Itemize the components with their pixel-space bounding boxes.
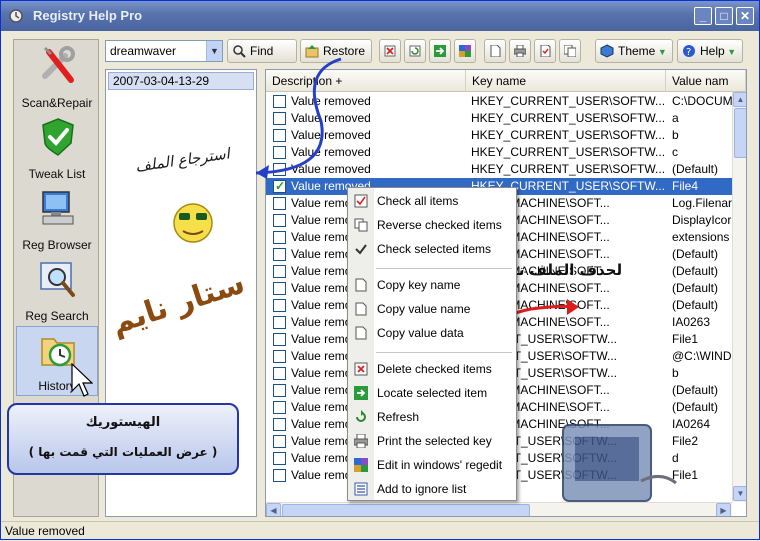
menu-item-label: Copy key name bbox=[377, 278, 461, 292]
menu-item-label: Refresh bbox=[377, 410, 420, 424]
menu-item[interactable]: Copy key name bbox=[348, 274, 516, 296]
regedit-icon bbox=[354, 458, 368, 472]
locate-icon bbox=[354, 386, 368, 400]
copy-icon bbox=[355, 326, 367, 340]
menu-separator bbox=[376, 268, 512, 269]
menu-item-label: Edit in windows' regedit bbox=[377, 458, 503, 472]
menu-item[interactable]: Check selected items bbox=[348, 238, 516, 260]
menu-item-label: Copy value data bbox=[377, 326, 464, 340]
menu-item[interactable]: Reverse checked items bbox=[348, 214, 516, 236]
menu-item[interactable]: Copy value data bbox=[348, 322, 516, 344]
menu-item[interactable]: Locate selected item bbox=[348, 382, 516, 404]
menu-item-label: Check selected items bbox=[377, 242, 492, 256]
reverse-icon bbox=[354, 218, 368, 232]
menu-item[interactable]: Refresh bbox=[348, 406, 516, 428]
menu-item[interactable]: Print the selected key bbox=[348, 430, 516, 452]
menu-item-label: Locate selected item bbox=[377, 386, 488, 400]
blue-arrowhead bbox=[256, 165, 269, 179]
printer-icon bbox=[354, 434, 368, 448]
menu-item-label: Delete checked items bbox=[377, 362, 492, 376]
menu-item[interactable]: Copy value name bbox=[348, 298, 516, 320]
checkbox-icon bbox=[355, 244, 367, 255]
copy-icon bbox=[355, 302, 367, 316]
history-callout: الهيستوريك ( عرض العمليات التي قمت بها ) bbox=[7, 403, 239, 475]
menu-item[interactable]: Check all items bbox=[348, 190, 516, 212]
menu-item[interactable]: Delete checked items bbox=[348, 358, 516, 380]
app-window: Registry Help Pro _ □ ✕ Scan&Repair Twea… bbox=[0, 0, 760, 540]
menu-item[interactable]: Edit in windows' regedit bbox=[348, 454, 516, 476]
watermark-logo bbox=[562, 424, 677, 502]
menu-separator bbox=[376, 352, 512, 353]
menu-item-label: Copy value name bbox=[377, 302, 471, 316]
delete-icon bbox=[354, 362, 368, 376]
menu-item-label: Print the selected key bbox=[377, 434, 492, 448]
blue-arrow bbox=[255, 57, 342, 175]
check-all-icon bbox=[354, 194, 368, 208]
smiley-icon bbox=[173, 203, 213, 243]
context-menu: Check all items Reverse checked items Chec… bbox=[347, 187, 517, 501]
menu-item[interactable]: Add to ignore list bbox=[348, 478, 516, 500]
mouse-cursor-icon bbox=[71, 363, 93, 397]
copy-icon bbox=[355, 278, 367, 292]
menu-item-label: Add to ignore list bbox=[377, 482, 467, 496]
list-icon bbox=[354, 482, 368, 496]
callout-title: الهيستوريك bbox=[85, 415, 161, 430]
menu-item-label: Reverse checked items bbox=[377, 218, 502, 232]
refresh-icon bbox=[356, 410, 366, 422]
menu-item-label: Check all items bbox=[377, 194, 459, 208]
red-arrowhead bbox=[567, 299, 579, 315]
callout-body: ( عرض العمليات التي قمت بها ) bbox=[28, 445, 218, 459]
